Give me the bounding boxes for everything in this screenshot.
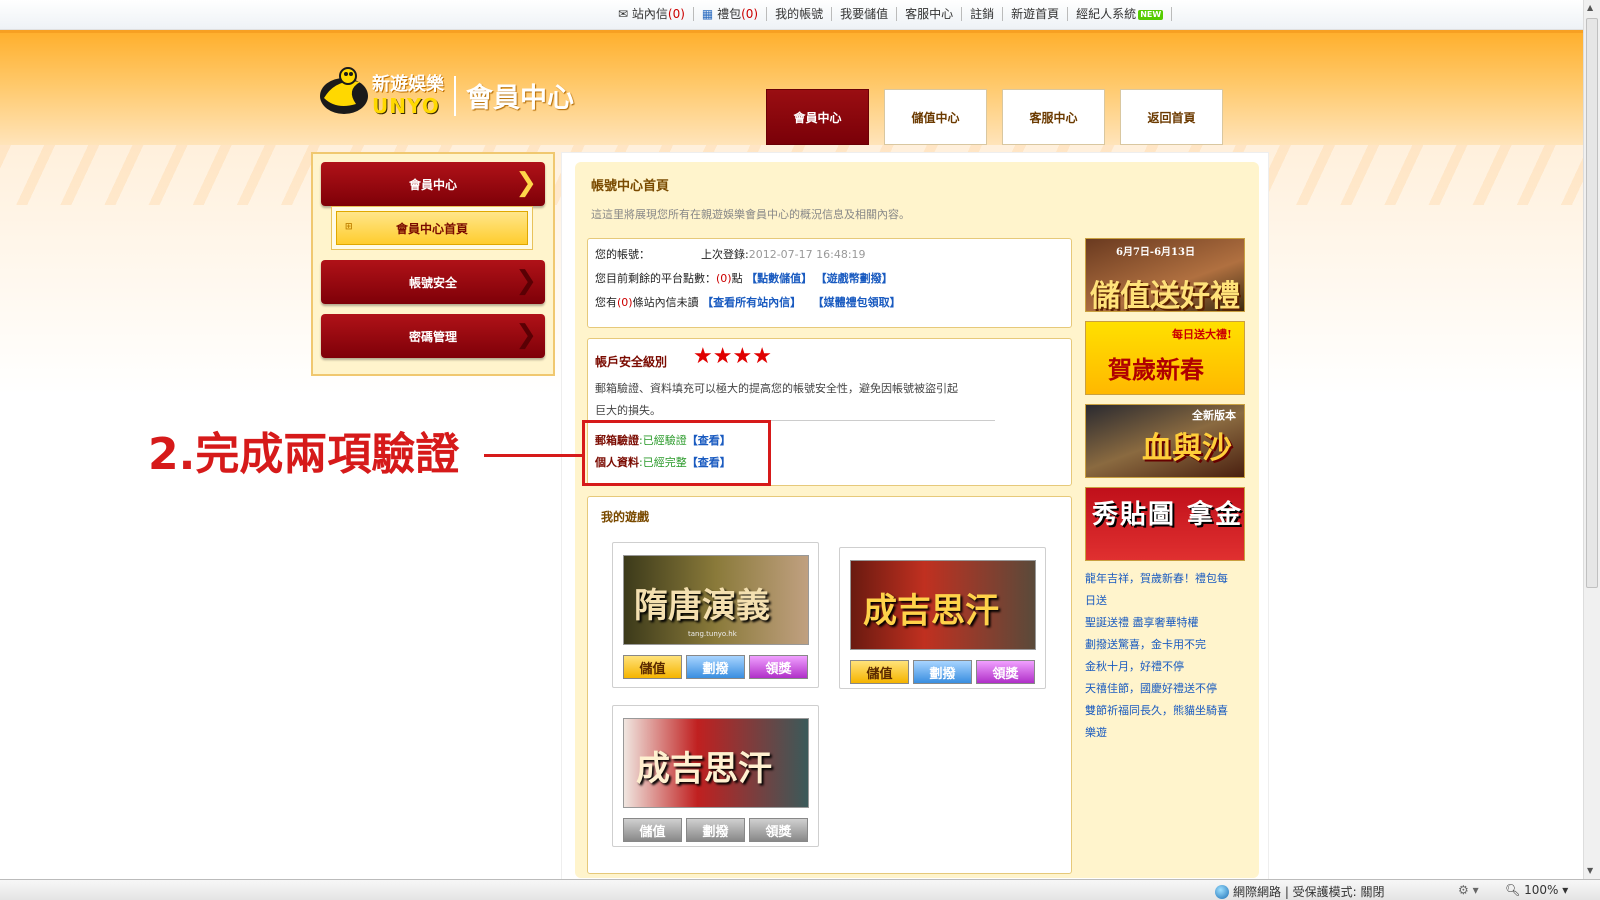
gift-link[interactable]: ▦ 禮包(0) bbox=[694, 7, 768, 21]
sidebar: 會員中心 ❯ ⊞ 會員中心首頁 帳號安全 ❯ 密碼管理 ❯ bbox=[311, 152, 555, 376]
tab-member-center[interactable]: 會員中心 bbox=[766, 89, 869, 145]
recharge-button[interactable]: 儲值 bbox=[623, 655, 682, 679]
zoom-control[interactable]: 🔍︎ 100% ▾ bbox=[1505, 883, 1568, 897]
sidebar-item-password[interactable]: 密碼管理 ❯ bbox=[321, 314, 545, 358]
new-badge: NEW bbox=[1138, 9, 1164, 20]
mail-icon: ✉ bbox=[618, 7, 629, 21]
transfer-button[interactable]: 劃撥 bbox=[686, 655, 745, 679]
recharge-button[interactable]: 儲值 bbox=[623, 818, 682, 842]
last-login-time: 2012-07-17 16:48:19 bbox=[748, 248, 866, 261]
zoom-icon: 🔍︎ bbox=[1505, 883, 1521, 897]
logout-link[interactable]: 註銷 bbox=[962, 7, 1004, 21]
news-link[interactable]: 劃撥送驚喜，金卡用不完 bbox=[1085, 636, 1206, 652]
game-card[interactable]: 成吉思汗 儲值 劃撥 領獎 bbox=[839, 547, 1046, 689]
tab-back-home[interactable]: 返回首頁 bbox=[1120, 89, 1223, 145]
games-title: 我的遊戲 bbox=[601, 510, 650, 524]
account-line: 您的帳號： 上次登錄:2012-07-17 16:48:19 bbox=[595, 248, 866, 261]
star-icon: ★ bbox=[732, 344, 753, 369]
claim-button[interactable]: 領獎 bbox=[976, 660, 1035, 684]
agent-link[interactable]: 經紀人系統 NEW bbox=[1068, 7, 1173, 21]
sidebar-sub-wrapper: ⊞ 會員中心首頁 bbox=[331, 206, 533, 250]
scroll-down-icon[interactable]: ▼ bbox=[1587, 866, 1593, 875]
sidebar-item-account-security[interactable]: 帳號安全 ❯ bbox=[321, 260, 545, 304]
game-thumbnail[interactable]: 隋唐演義 tang.tunyo.hk bbox=[623, 555, 809, 645]
tab-support-center[interactable]: 客服中心 bbox=[1002, 89, 1105, 145]
sidebar-item-member-center[interactable]: 會員中心 ❯ bbox=[321, 162, 545, 206]
page-description: 這這里將展現您所有在親遊娛樂會員中心的概況信息及相關內容。 bbox=[591, 208, 910, 221]
game-card[interactable]: 隋唐演義 tang.tunyo.hk 儲值 劃撥 領獎 bbox=[612, 542, 819, 688]
chevron-right-icon: ❯ bbox=[515, 168, 537, 198]
news-link[interactable]: 天禧佳節，國慶好禮送不停 bbox=[1085, 680, 1217, 696]
news-link[interactable]: 日送 bbox=[1085, 592, 1107, 608]
claim-button[interactable]: 領獎 bbox=[749, 818, 808, 842]
transfer-button[interactable]: 劃撥 bbox=[913, 660, 972, 684]
security-title: 帳戶安全級別 bbox=[595, 355, 668, 369]
points-line: 您目前剩餘的平台點數：(0)點 【點數儲值】 【遊戲幣劃撥】 bbox=[595, 272, 893, 285]
promo-banner[interactable]: 每日送大禮! 賀歲新春 bbox=[1085, 321, 1245, 395]
transfer-button[interactable]: 劃撥 bbox=[686, 818, 745, 842]
game-thumbnail[interactable]: 成吉思汗 bbox=[850, 560, 1036, 650]
annotation-connector bbox=[484, 454, 582, 457]
star-icon: ★ bbox=[693, 344, 713, 369]
security-desc-2: 巨大的損失。 bbox=[595, 404, 661, 417]
page-title: 帳號中心首頁 bbox=[591, 179, 670, 194]
inbox-link[interactable]: ✉ 站內信(0) bbox=[610, 7, 694, 21]
header-divider bbox=[454, 76, 456, 116]
points-value: (0) bbox=[716, 272, 732, 285]
messages-line: 您有(0)條站內信未讀 【查看所有站內信】 【媒體禮包領取】 bbox=[595, 296, 901, 309]
unyo-logo-icon[interactable] bbox=[316, 64, 376, 118]
promo-banner[interactable]: 6月7日-6月13日 儲值送好禮 bbox=[1085, 238, 1245, 312]
recharge-link[interactable]: 我要儲值 bbox=[832, 7, 898, 21]
view-all-messages-link[interactable]: 【查看所有站內信】 bbox=[702, 296, 801, 309]
game-card[interactable]: 成吉思汗 儲值 劃撥 領獎 bbox=[612, 705, 819, 847]
recharge-points-link[interactable]: 【點數儲值】 bbox=[746, 272, 812, 285]
news-link[interactable]: 龍年吉祥，賀歲新春！禮包每 bbox=[1085, 570, 1228, 586]
new-home-link[interactable]: 新遊首頁 bbox=[1003, 7, 1069, 21]
protected-mode-icon[interactable]: ⚙ ▾ bbox=[1458, 883, 1479, 897]
scrollbar-thumb[interactable] bbox=[1586, 18, 1598, 588]
star-icon: ★ bbox=[752, 344, 772, 369]
transfer-coins-link[interactable]: 【遊戲幣劃撥】 bbox=[816, 272, 893, 285]
chevron-right-icon: ❯ bbox=[515, 320, 537, 350]
promo-banner[interactable]: 秀貼圖 拿金卡 bbox=[1085, 487, 1245, 561]
annotation-highlight-box bbox=[582, 420, 771, 486]
security-zone: 網際網路 | 受保護模式: 關閉 bbox=[1215, 883, 1385, 900]
security-desc-1: 郵箱驗證、資料填充可以極大的提高您的帳號安全性，避免因帳號被盜引起 bbox=[595, 382, 958, 395]
support-link[interactable]: 客服中心 bbox=[897, 7, 963, 21]
top-bar: ✉ 站內信(0) ▦ 禮包(0) 我的帳號 我要儲值 客服中心 註銷 新遊首頁 … bbox=[0, 0, 1583, 30]
unread-count: (0) bbox=[617, 296, 633, 309]
news-link[interactable]: 雙節祈福同長久，熊貓坐騎喜 bbox=[1085, 702, 1228, 718]
claim-button[interactable]: 領獎 bbox=[749, 655, 808, 679]
inbox-count: (0) bbox=[667, 7, 685, 21]
brand-name-en: UNYO bbox=[372, 94, 440, 118]
news-link[interactable]: 樂遊 bbox=[1085, 724, 1107, 740]
recharge-button[interactable]: 儲值 bbox=[850, 660, 909, 684]
brand-name-cn: 新遊娛樂 bbox=[372, 74, 444, 95]
my-account-link[interactable]: 我的帳號 bbox=[767, 7, 833, 21]
news-link[interactable]: 金秋十月，好禮不停 bbox=[1085, 658, 1184, 674]
section-title: 會員中心 bbox=[466, 83, 574, 114]
star-icon: ★ bbox=[712, 344, 733, 369]
promo-banner[interactable]: 全新版本 血與沙 bbox=[1085, 404, 1245, 478]
top-nav: ✉ 站內信(0) ▦ 禮包(0) 我的帳號 我要儲值 客服中心 註銷 新遊首頁 … bbox=[610, 7, 1173, 21]
tab-recharge-center[interactable]: 儲值中心 bbox=[884, 89, 987, 145]
scroll-up-icon[interactable]: ▲ bbox=[1587, 3, 1593, 12]
gift-count: (0) bbox=[741, 7, 759, 21]
expand-icon: ⊞ bbox=[345, 222, 353, 232]
globe-icon bbox=[1215, 885, 1229, 899]
game-thumbnail[interactable]: 成吉思汗 bbox=[623, 718, 809, 808]
sidebar-subitem-member-home[interactable]: ⊞ 會員中心首頁 bbox=[336, 211, 528, 245]
media-gift-link[interactable]: 【媒體禮包領取】 bbox=[813, 296, 901, 309]
news-link[interactable]: 聖誕送禮 盡享奢華特權 bbox=[1085, 614, 1199, 630]
chevron-right-icon: ❯ bbox=[515, 266, 537, 296]
gift-icon: ▦ bbox=[701, 7, 714, 21]
status-bar: 網際網路 | 受保護模式: 關閉 ⚙ ▾ 🔍︎ 100% ▾ bbox=[0, 879, 1600, 900]
security-stars: ★★★★ bbox=[693, 346, 772, 368]
annotation-text: 2.完成兩項驗證 bbox=[148, 429, 460, 480]
vertical-scrollbar[interactable]: ▲ ▼ bbox=[1583, 0, 1600, 879]
